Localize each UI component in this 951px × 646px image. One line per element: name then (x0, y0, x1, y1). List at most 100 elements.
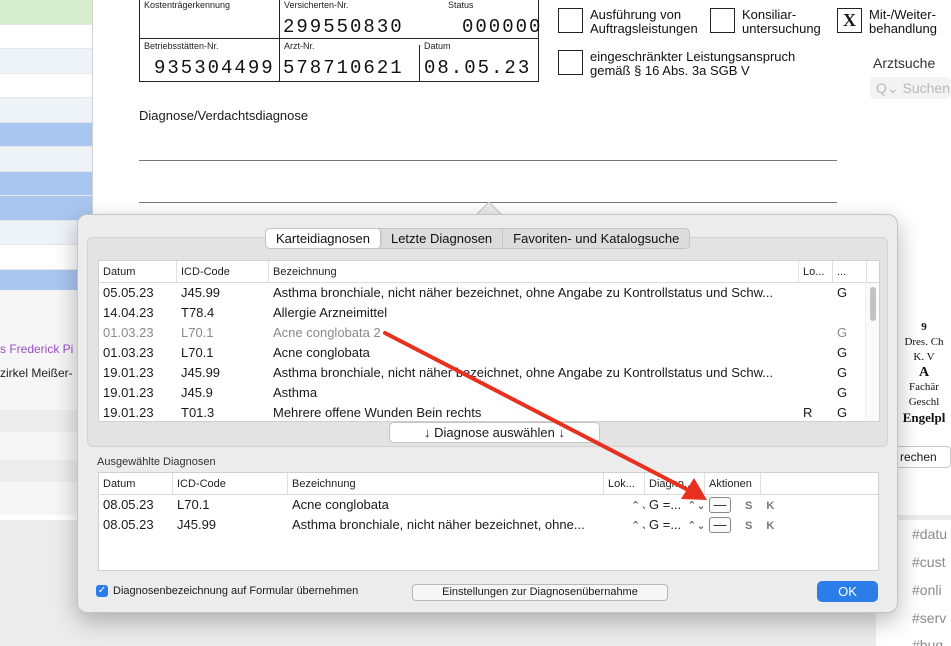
form-border (139, 0, 140, 82)
versicherten-label: Versicherten-Nr. (284, 0, 349, 10)
cell-bez: Acne conglobata 2 (273, 325, 381, 340)
table-header: Datum ICD-Code Bezeichnung Lok... Diagno… (99, 473, 878, 495)
cell-x: G (837, 385, 848, 400)
column-header-bezeichnung[interactable]: Bezeichnung (288, 473, 604, 494)
remove-diagnosis-button[interactable]: — (709, 516, 731, 533)
cell-diagnosesicherheit[interactable]: G =... ⌃⌄ (645, 515, 705, 536)
table-row[interactable]: 19.01.23 J45.99 Asthma bronchiale, nicht n… (99, 363, 879, 383)
versicherten-value: 299550830 (283, 16, 404, 38)
tab-letzte-diagnosen[interactable]: Letzte Diagnosen (381, 229, 504, 248)
column-header-more[interactable]: ... (833, 261, 867, 282)
list-item[interactable] (0, 122, 92, 147)
cell-lokalisation[interactable]: ⌃⌄ (604, 495, 645, 516)
cell-icd: J45.99 (181, 285, 221, 300)
table-header: Datum ICD-Code Bezeichnung Lo... ... (99, 261, 879, 283)
cell-x: G (837, 345, 848, 360)
table-row[interactable]: 19.01.23 T01.3 Mehrere offene Wunden Bein … (99, 403, 879, 421)
cell-lo (799, 303, 833, 323)
scrollbar[interactable] (865, 283, 879, 421)
datum-value: 08.05.23 (424, 57, 532, 79)
table-row[interactable]: 01.03.23 L70.1 Acne conglobata 2 G (99, 323, 879, 343)
status-label: Status (448, 0, 474, 10)
action-s-button[interactable]: S (745, 516, 752, 536)
cell-bez: Acne conglobata (273, 345, 370, 360)
remove-diagnosis-button[interactable]: — (709, 496, 731, 513)
diagnose-auswaehlen-button[interactable]: ↓ Diagnose auswählen ↓ (389, 422, 600, 443)
form-border (419, 45, 420, 82)
list-item[interactable] (0, 73, 92, 98)
diagnose-line[interactable] (139, 160, 837, 161)
uebernehmen-checkbox[interactable]: ✓ (96, 585, 108, 597)
cell-datum: 19.01.23 (103, 385, 154, 400)
list-item[interactable] (0, 171, 92, 196)
table-row[interactable]: 05.05.23 J45.99 Asthma bronchiale, nicht n… (99, 283, 879, 303)
cell-aktionen: — S K (705, 515, 805, 536)
list-item[interactable] (0, 0, 92, 25)
list-item[interactable] (0, 49, 92, 74)
table-row[interactable]: 08.05.23L70.1Acne conglobata⌃⌄G =...⌃⌄—S… (99, 495, 878, 515)
arztsuche-search-input[interactable]: Q⌄ Suchen (870, 77, 951, 99)
updown-icon[interactable]: ⌃⌄ (687, 496, 705, 516)
patient-link[interactable]: s Frederick Pi (0, 342, 73, 356)
cell-diagnosesicherheit[interactable]: G =... ⌃⌄ (645, 495, 705, 516)
list-item[interactable] (0, 98, 92, 123)
konsiliar-checkbox[interactable] (710, 8, 735, 33)
diagnose-label: Diagnose/Verdachtsdiagnose (139, 108, 309, 123)
doc-line: Geschl (908, 396, 940, 408)
betrieb-label: Betriebsstätten-Nr. (144, 41, 219, 51)
rechnen-button[interactable]: rechen (893, 446, 951, 468)
table-row[interactable]: 01.03.23 L70.1 Acne conglobata G (99, 343, 879, 363)
table-row[interactable]: 19.01.23 J45.9 Asthma G (99, 383, 879, 403)
updown-icon[interactable]: ⌃⌄ (631, 516, 645, 536)
tag-item[interactable]: #bug (912, 637, 943, 646)
column-header-datum[interactable]: Datum (99, 473, 173, 494)
eingeschraenkt-checkbox[interactable] (558, 50, 583, 75)
tag-item[interactable]: #serv (912, 610, 946, 626)
updown-icon[interactable]: ⌃⌄ (687, 516, 705, 536)
action-k-button[interactable]: K (766, 516, 774, 536)
column-header-lokalisation[interactable]: Lok... (604, 473, 645, 494)
column-header-datum[interactable]: Datum (99, 261, 177, 282)
status-value: 000000 (462, 16, 543, 38)
list-item[interactable] (0, 147, 92, 172)
action-k-button[interactable]: K (766, 496, 774, 516)
cell-lo: R (803, 405, 813, 420)
updown-icon[interactable]: ⌃⌄ (631, 496, 645, 516)
column-header-diagnosesicherheit[interactable]: Diagno... (645, 473, 705, 494)
table-row[interactable]: 08.05.23 J45.99 Asthma bronchiale, nicht n… (99, 515, 878, 535)
cell-lokalisation[interactable]: ⌃⌄ (604, 515, 645, 536)
cell-datum: 14.04.23 (103, 305, 154, 320)
mitweiter-checkbox[interactable]: X (837, 8, 862, 33)
doc-line: A (918, 365, 930, 380)
column-header-lokalisation[interactable]: Lo... (799, 261, 833, 282)
datum-label: Datum (424, 41, 451, 51)
selected-diagnoses-title: Ausgewählte Diagnosen (97, 456, 216, 468)
form-border (139, 38, 539, 39)
column-header-bezeichnung[interactable]: Bezeichnung (269, 261, 799, 282)
cell-bez: Asthma bronchiale, nicht näher bezeichne… (273, 285, 774, 300)
table-row[interactable]: 14.04.23 T78.4 Allergie Arzneimittel (99, 303, 879, 323)
uebernehmen-checkbox-row[interactable]: ✓ Diagnosenbezeichnung auf Formular über… (96, 585, 358, 597)
tab-karteidiagnosen[interactable]: Karteidiagnosen (266, 229, 381, 248)
scrollbar-thumb[interactable] (870, 287, 876, 321)
column-header-icd[interactable]: ICD-Code (177, 261, 269, 282)
cell-icd: J45.99 (177, 517, 217, 532)
tag-item[interactable]: #cust (912, 554, 945, 570)
cell-datum: 19.01.23 (103, 365, 154, 380)
tag-item[interactable]: #onli (912, 582, 942, 598)
background-text: zirkel Meißer- (0, 366, 73, 380)
kostentraeger-label: Kostenträgerkennung (144, 0, 231, 10)
tab-favoriten-katalogsuche[interactable]: Favoriten- und Katalogsuche (503, 229, 689, 248)
tag-item[interactable]: #datu (912, 526, 947, 542)
doc-line: 9 (921, 321, 927, 333)
list-item[interactable] (0, 24, 92, 49)
betrieb-value: 935304499 (154, 57, 275, 79)
column-header-icd[interactable]: ICD-Code (173, 473, 288, 494)
cell-bez: Asthma bronchiale, nicht näher bezeichne… (273, 365, 774, 380)
diagnosesicherheit-value: G =... (649, 516, 682, 532)
action-s-button[interactable]: S (745, 496, 752, 516)
ausfuehrung-checkbox[interactable] (558, 8, 583, 33)
ok-button[interactable]: OK (817, 581, 878, 602)
einstellungen-button[interactable]: Einstellungen zur Diagnosenübernahme (412, 584, 668, 601)
arztsuche-label: Arztsuche (873, 55, 936, 71)
